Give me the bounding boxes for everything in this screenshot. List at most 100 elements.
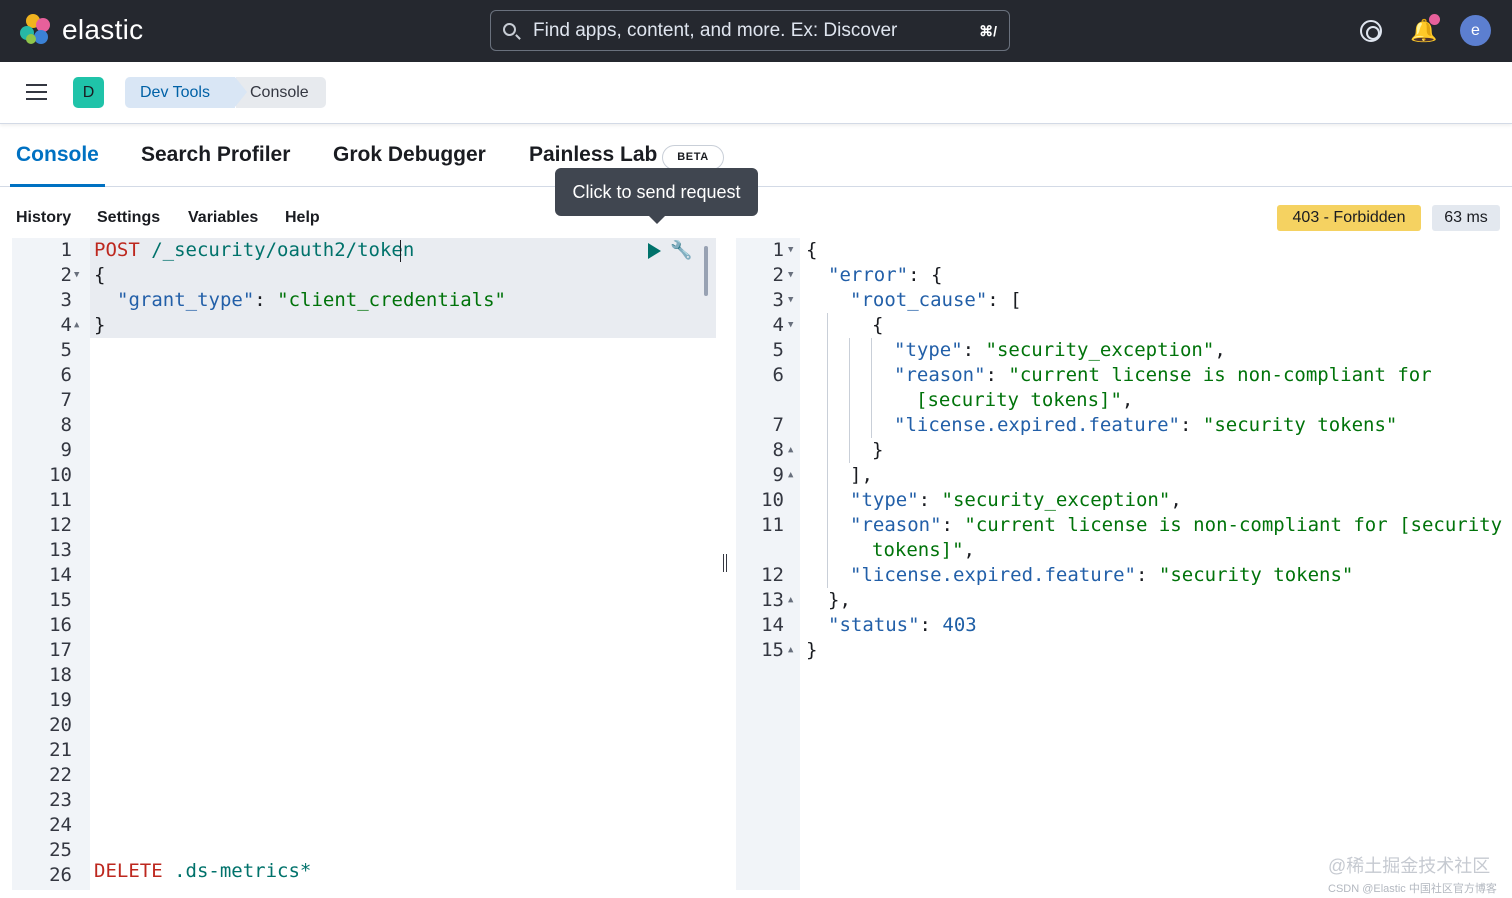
line-number: 10 [761, 489, 784, 511]
line-number: 3 [60, 289, 72, 311]
line-number: 4 [772, 314, 784, 336]
code-token: tokens]" [872, 539, 964, 561]
indent-guide [871, 338, 872, 438]
response-line: "error": { [828, 263, 942, 288]
line-number: 5 [60, 339, 72, 361]
search-icon [503, 23, 516, 36]
code-token: : [1179, 414, 1203, 436]
user-avatar[interactable]: e [1460, 15, 1491, 46]
line-number: 17 [49, 639, 72, 661]
line-number: 5 [772, 339, 784, 361]
request-url: .ds-metrics* [174, 860, 312, 882]
tab-search-profiler[interactable]: Search Profiler [141, 143, 290, 167]
fold-icon[interactable]: ▲ [74, 313, 79, 338]
indent-guide [827, 313, 828, 588]
response-line: }, [828, 588, 851, 613]
variables-link[interactable]: Variables [188, 209, 258, 227]
fold-icon[interactable]: ▼ [788, 313, 793, 338]
code-token: 403 [942, 614, 977, 636]
line-number: 2 [60, 264, 72, 286]
help-icon[interactable] [1360, 20, 1382, 42]
response-line: "type": "security_exception", [850, 488, 1182, 513]
response-line: [security tokens]", [916, 388, 1133, 413]
indent-guide [849, 338, 850, 463]
line-number: 3 [772, 289, 784, 311]
line-number: 12 [49, 514, 72, 536]
code-token: "security tokens" [1158, 564, 1354, 586]
tab-grok-debugger[interactable]: Grok Debugger [333, 143, 486, 167]
code-token: "reason" [850, 514, 942, 536]
fold-icon[interactable]: ▼ [74, 263, 79, 288]
send-request-tooltip: Click to send request [555, 168, 758, 224]
fold-icon[interactable]: ▲ [788, 463, 793, 488]
fold-icon[interactable]: ▼ [788, 263, 793, 288]
space-avatar[interactable]: D [73, 77, 104, 108]
code-token: , [1170, 489, 1182, 511]
fold-icon[interactable]: ▲ [788, 438, 793, 463]
elastic-logo-icon[interactable] [20, 14, 54, 48]
line-number: 6 [60, 364, 72, 386]
line-number: 1 [772, 239, 784, 261]
line-number: 26 [49, 864, 72, 886]
menu-toggle-icon[interactable] [26, 84, 47, 101]
line-number: 1 [60, 239, 72, 261]
request-scrollbar[interactable] [704, 246, 708, 296]
tab-console[interactable]: Console [16, 143, 99, 167]
line-number: 25 [49, 839, 72, 861]
line-number: 9 [772, 464, 784, 486]
response-line: } [872, 438, 883, 463]
line-number: 7 [60, 389, 72, 411]
line-number: 18 [49, 664, 72, 686]
watermark-sub: CSDN @Elastic 中国社区官方博客 [1328, 883, 1497, 895]
code-token: "reason" [894, 364, 986, 386]
line-number: 22 [49, 764, 72, 786]
history-link[interactable]: History [16, 209, 71, 227]
response-status-badge: 403 - Forbidden [1277, 205, 1421, 231]
wrench-icon[interactable]: 🔧 [670, 240, 692, 260]
code-token: { [806, 239, 818, 261]
code-token: "license.expired.feature" [850, 564, 1136, 586]
code-token: : [962, 339, 986, 361]
code-token: } [806, 639, 818, 661]
code-token: : [919, 614, 943, 636]
request-editor[interactable]: 1 2 3 4 5 6 7 8 9 10 11 12 13 14 15 16 17 18 19 20 21 22 23 24 2… [12, 238, 716, 890]
code-token: }, [828, 589, 851, 611]
response-line: } [806, 638, 817, 663]
fold-icon[interactable]: ▼ [788, 238, 793, 263]
fold-icon[interactable]: ▼ [788, 288, 793, 313]
line-number: 10 [49, 464, 72, 486]
breadcrumb-console: Console [236, 77, 326, 108]
code-token: : { [908, 264, 943, 286]
response-line: { [872, 313, 883, 338]
request-line-3: "grant_type": "client_credentials" [117, 289, 506, 311]
code-token: : [1135, 564, 1159, 586]
tab-painless-lab[interactable]: Painless Lab [529, 143, 657, 167]
fold-icon[interactable]: ▲ [788, 588, 793, 613]
line-number: 8 [60, 414, 72, 436]
code-token: ], [850, 464, 873, 486]
help-link[interactable]: Help [285, 209, 320, 227]
line-number: 11 [49, 489, 72, 511]
pane-resize-handle[interactable] [722, 554, 728, 572]
line-number: 6 [772, 364, 784, 386]
breadcrumb-dev-tools[interactable]: Dev Tools [125, 77, 247, 108]
response-line: "license.expired.feature": "security tok… [894, 413, 1397, 438]
indent-guide [827, 563, 828, 588]
active-tab-indicator [10, 184, 105, 187]
line-number: 16 [49, 614, 72, 636]
line-number: 14 [49, 564, 72, 586]
code-token: : [985, 364, 1009, 386]
request-line-2: { [94, 264, 106, 286]
brand-name[interactable]: elastic [62, 14, 143, 46]
request-line-1: POST /_security/oauth2/token [94, 238, 414, 263]
line-number: 14 [761, 614, 784, 636]
global-header: elastic ⌘/ 🔔 e [0, 0, 1512, 62]
search-input[interactable] [533, 19, 953, 43]
fold-icon[interactable]: ▲ [788, 638, 793, 663]
text-cursor [400, 240, 401, 262]
line-number: 8 [772, 439, 784, 461]
global-search[interactable]: ⌘/ [490, 10, 1010, 51]
settings-link[interactable]: Settings [97, 209, 160, 227]
send-request-icon[interactable] [648, 243, 661, 259]
code-token: : [ [987, 289, 1022, 311]
